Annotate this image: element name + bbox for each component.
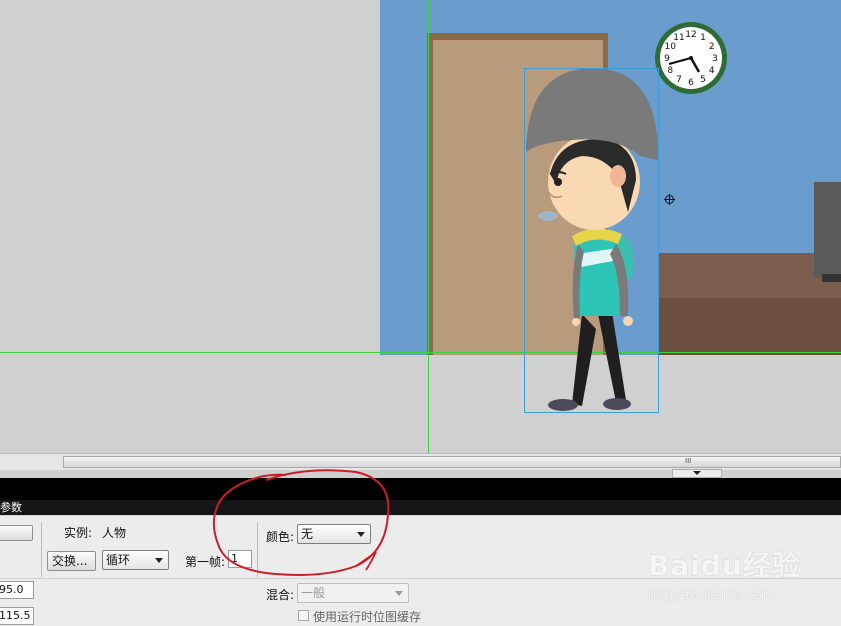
loop-select-value: 循环 xyxy=(106,553,131,567)
properties-panel-header[interactable]: 参数 xyxy=(0,500,841,515)
clock-number: 10 xyxy=(664,42,676,52)
clock-number: 11 xyxy=(673,33,684,43)
instance-label: 实例: xyxy=(64,526,93,540)
panel-divider xyxy=(41,522,42,577)
monitor xyxy=(814,182,841,278)
chevron-down-icon xyxy=(395,591,403,596)
desk-front xyxy=(658,298,841,355)
monitor-stand xyxy=(822,274,841,282)
panel-tab-parameters[interactable]: 参数 xyxy=(0,501,22,514)
blend-mode-select[interactable]: 一般 xyxy=(297,583,409,603)
clock-number: 5 xyxy=(700,75,706,85)
symbol-type-select[interactable] xyxy=(0,525,33,541)
watermark-url: jingyan.baidu.com xyxy=(648,588,776,602)
scrollbar-grip-icon: III xyxy=(685,457,692,465)
clock-number: 6 xyxy=(688,78,694,88)
panel-separator-bar xyxy=(0,478,841,500)
clock-number: 4 xyxy=(709,66,715,76)
bitmap-cache-label: 使用运行时位图缓存 xyxy=(313,610,422,624)
clock-number: 12 xyxy=(685,30,696,40)
red-annotation-circle xyxy=(212,469,390,576)
bitmap-cache-checkbox[interactable] xyxy=(298,610,309,621)
clock-number: 9 xyxy=(664,54,670,64)
instance-name-value: 人物 xyxy=(102,526,127,540)
blend-select-value: 一般 xyxy=(301,586,326,600)
x-position-input[interactable]: 95.0 xyxy=(0,581,34,599)
clock-number: 7 xyxy=(676,75,682,85)
blend-label: 混合: xyxy=(266,588,295,602)
baidu-jingyan-watermark: Baidu经验 jingyan.baidu.com xyxy=(648,540,841,610)
watermark-brand: Baidu经验 xyxy=(648,549,801,582)
clock-number: 8 xyxy=(667,66,673,76)
stage-horizontal-scrollbar[interactable]: III xyxy=(0,453,841,470)
chevron-down-icon xyxy=(155,558,163,563)
selection-bounding-box[interactable] xyxy=(524,68,659,413)
registration-point-icon[interactable] xyxy=(664,194,675,205)
vertical-guide-line[interactable] xyxy=(428,0,429,453)
clock-number: 1 xyxy=(700,33,706,43)
y-position-input[interactable]: 115.5 xyxy=(0,607,34,625)
loop-select[interactable]: 循环 xyxy=(102,550,169,570)
chevron-down-icon xyxy=(693,471,701,475)
stage-canvas[interactable]: 12 1 2 3 4 5 6 7 8 9 10 11 xyxy=(0,0,841,453)
scrollbar-thumb[interactable] xyxy=(63,456,841,468)
clock-number: 3 xyxy=(712,54,718,64)
swap-button[interactable]: 交换... xyxy=(47,551,96,571)
clock-number: 2 xyxy=(709,42,715,52)
horizontal-guide-line[interactable] xyxy=(0,352,841,353)
